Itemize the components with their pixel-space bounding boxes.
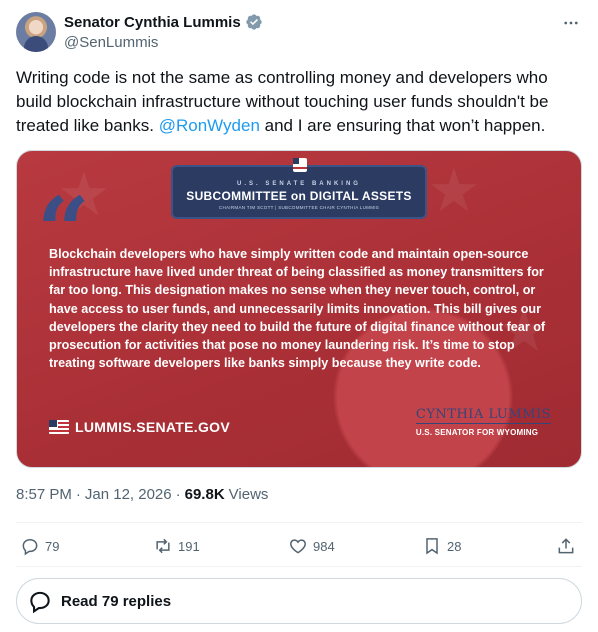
banner-top-text: U.S. SENATE BANKING — [237, 180, 361, 187]
like-button[interactable]: 984 — [288, 536, 335, 556]
action-bar: 79 191 984 28 — [16, 530, 582, 564]
banner-main-text: SUBCOMMITTEE on DIGITAL ASSETS — [186, 188, 412, 203]
meta-separator: · — [75, 486, 81, 503]
flag-icon — [293, 158, 307, 172]
banner-sub-text: CHAIRMAN TIM SCOTT | SUBCOMMITTEE CHAIR … — [218, 204, 380, 210]
share-icon — [558, 538, 574, 554]
read-replies-button[interactable]: Read 79 replies — [16, 578, 582, 624]
repost-count: 191 — [178, 538, 200, 554]
like-count: 984 — [313, 538, 335, 554]
site-text: LUMMIS.SENATE.GOV — [75, 419, 230, 435]
quote-body: Blockchain developers who have simply wr… — [49, 247, 546, 371]
author-name-row: Senator Cynthia Lummis — [64, 13, 263, 31]
read-replies-label: Read 79 replies — [61, 592, 172, 610]
reply-button[interactable]: 79 — [20, 536, 59, 556]
tweet-text: Writing code is not the same as controll… — [16, 66, 582, 138]
author-name[interactable]: Senator Cynthia Lummis — [64, 14, 241, 31]
tweet-header: Senator Cynthia Lummis @SenLummis — [16, 12, 582, 56]
site-link: LUMMIS.SENATE.GOV — [49, 419, 230, 435]
star-decoration-icon: ★ — [427, 157, 481, 224]
share-button[interactable] — [556, 536, 576, 556]
views-label: Views — [228, 486, 269, 503]
tweet-text-after: and I are ensuring that won’t happen. — [259, 116, 546, 135]
divider — [16, 522, 582, 523]
bookmark-button[interactable]: 28 — [422, 536, 461, 556]
like-icon — [290, 539, 306, 554]
more-icon[interactable] — [560, 12, 582, 34]
divider — [16, 566, 582, 567]
signature-title: U.S. SENATOR FOR WYOMING — [415, 428, 539, 437]
repost-button[interactable]: 191 — [153, 536, 200, 556]
reply-count: 79 — [45, 538, 60, 554]
bookmark-icon — [426, 538, 438, 555]
signature-name: CYNTHIA LUMMIS — [415, 407, 551, 424]
replies-bubble-icon — [30, 591, 50, 614]
tweet-date[interactable]: Jan 12, 2026 — [85, 486, 172, 503]
tweet-time[interactable]: 8:57 PM — [16, 486, 72, 503]
avatar[interactable] — [16, 12, 56, 52]
mention-link[interactable]: @RonWyden — [159, 116, 260, 135]
views-count: 69.8K — [184, 486, 225, 503]
reply-icon — [22, 538, 38, 556]
signature-block: CYNTHIA LUMMIS U.S. SENATOR FOR WYOMING — [415, 407, 551, 437]
tweet-meta: 8:57 PM · Jan 12, 2026 · 69.8K Views — [16, 486, 268, 503]
repost-icon — [156, 538, 170, 554]
flag-icon — [49, 420, 69, 434]
subcommittee-banner: U.S. SENATE BANKING SUBCOMMITTEE on DIGI… — [171, 158, 427, 219]
author-handle[interactable]: @SenLummis — [64, 34, 158, 51]
verified-icon — [246, 14, 262, 30]
bookmark-count: 28 — [447, 538, 462, 554]
tweet-image[interactable]: ★ ★ ★ U.S. SENATE BANKING SUBCOMMITTEE o… — [16, 150, 582, 468]
meta-separator: · — [175, 486, 181, 503]
